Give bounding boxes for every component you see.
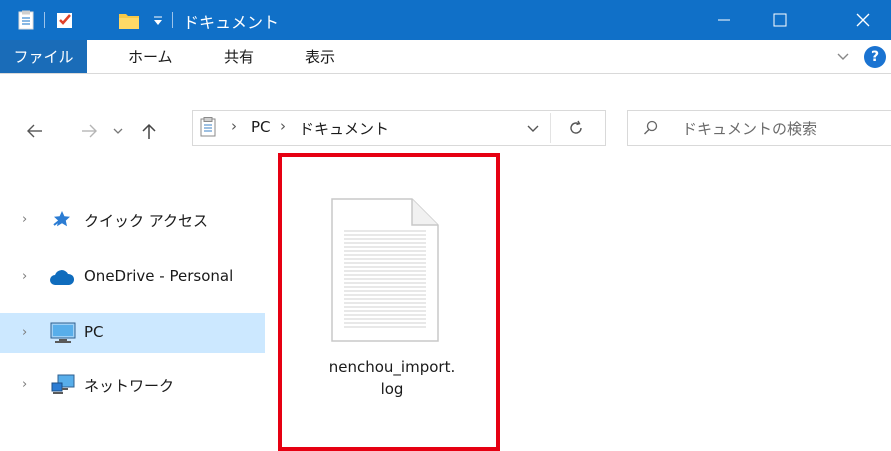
ribbon-expand-chevron-icon[interactable] [836, 48, 850, 64]
text-file-icon [330, 197, 440, 343]
file-item[interactable]: nenchou_import. log [288, 180, 496, 410]
breadcrumb-separator[interactable]: › [280, 117, 286, 135]
ribbon-tabs: ファイル ホーム 共有 表示 ? [0, 40, 891, 74]
address-bar[interactable]: › PC › ドキュメント [192, 110, 606, 146]
tab-view[interactable]: 表示 [305, 40, 335, 73]
file-name-line: log [380, 380, 404, 398]
documents-location-icon [200, 117, 216, 137]
search-icon [643, 120, 659, 136]
close-button[interactable] [835, 0, 891, 40]
tab-home[interactable]: ホーム [128, 40, 173, 73]
help-icon: ? [870, 49, 880, 65]
up-button[interactable] [136, 118, 162, 144]
customize-dropdown-icon[interactable] [152, 12, 164, 28]
network-icon [50, 373, 76, 397]
breadcrumb-documents[interactable]: ドキュメント [299, 118, 389, 139]
window-title: ドキュメント [183, 13, 280, 32]
expand-chevron-icon[interactable]: › [22, 325, 27, 340]
pc-monitor-icon [50, 322, 76, 344]
breadcrumb-separator[interactable]: › [231, 117, 237, 135]
nav-label: OneDrive - Personal [84, 267, 234, 285]
tab-share[interactable]: 共有 [224, 40, 254, 73]
title-bar: ドキュメント [0, 0, 891, 40]
maximize-icon [773, 13, 787, 27]
expand-chevron-icon[interactable]: › [22, 377, 27, 392]
close-icon [856, 13, 870, 27]
back-arrow-icon [27, 124, 42, 138]
properties-icon[interactable] [18, 10, 34, 30]
address-row: › PC › ドキュメント ドキュメントの検索 [0, 74, 891, 154]
nav-item-pc[interactable]: › PC [0, 313, 265, 353]
up-arrow-icon [142, 123, 156, 139]
search-placeholder: ドキュメントの検索 [682, 120, 818, 138]
breadcrumb-pc[interactable]: PC [251, 118, 271, 136]
quick-access-star-icon [52, 209, 72, 229]
nav-label: クイック アクセス [84, 212, 209, 230]
maximize-button[interactable] [752, 0, 808, 40]
search-box[interactable]: ドキュメントの検索 [627, 110, 891, 146]
chevron-down-icon [113, 128, 123, 134]
check-icon[interactable] [56, 11, 74, 29]
nav-item-quick-access[interactable]: › クイック アクセス [0, 200, 265, 240]
ribbon-tab-strip [87, 40, 891, 73]
tab-file[interactable]: ファイル [0, 40, 87, 73]
forward-button[interactable] [76, 118, 102, 144]
minimize-icon [718, 19, 730, 21]
qa-separator [172, 12, 173, 28]
nav-item-onedrive[interactable]: › OneDrive - Personal [0, 257, 265, 297]
address-dropdown-icon[interactable] [526, 121, 540, 135]
recent-locations-button[interactable] [110, 118, 126, 144]
nav-label: ネットワーク [84, 377, 175, 395]
forward-arrow-icon [82, 124, 97, 138]
expand-chevron-icon[interactable]: › [22, 212, 27, 227]
help-button[interactable]: ? [864, 46, 886, 68]
expand-chevron-icon[interactable]: › [22, 269, 27, 284]
qa-separator [44, 12, 45, 28]
file-name-line: nenchou_import. [328, 358, 456, 376]
nav-item-network[interactable]: › ネットワーク [0, 365, 265, 405]
nav-label: PC [84, 323, 104, 341]
back-button[interactable] [22, 118, 48, 144]
new-folder-icon[interactable] [118, 10, 140, 30]
address-divider [550, 113, 551, 143]
onedrive-cloud-icon [48, 269, 76, 287]
minimize-button[interactable] [696, 0, 752, 40]
file-name[interactable]: nenchou_import. log [288, 356, 496, 400]
refresh-icon[interactable] [569, 119, 585, 137]
